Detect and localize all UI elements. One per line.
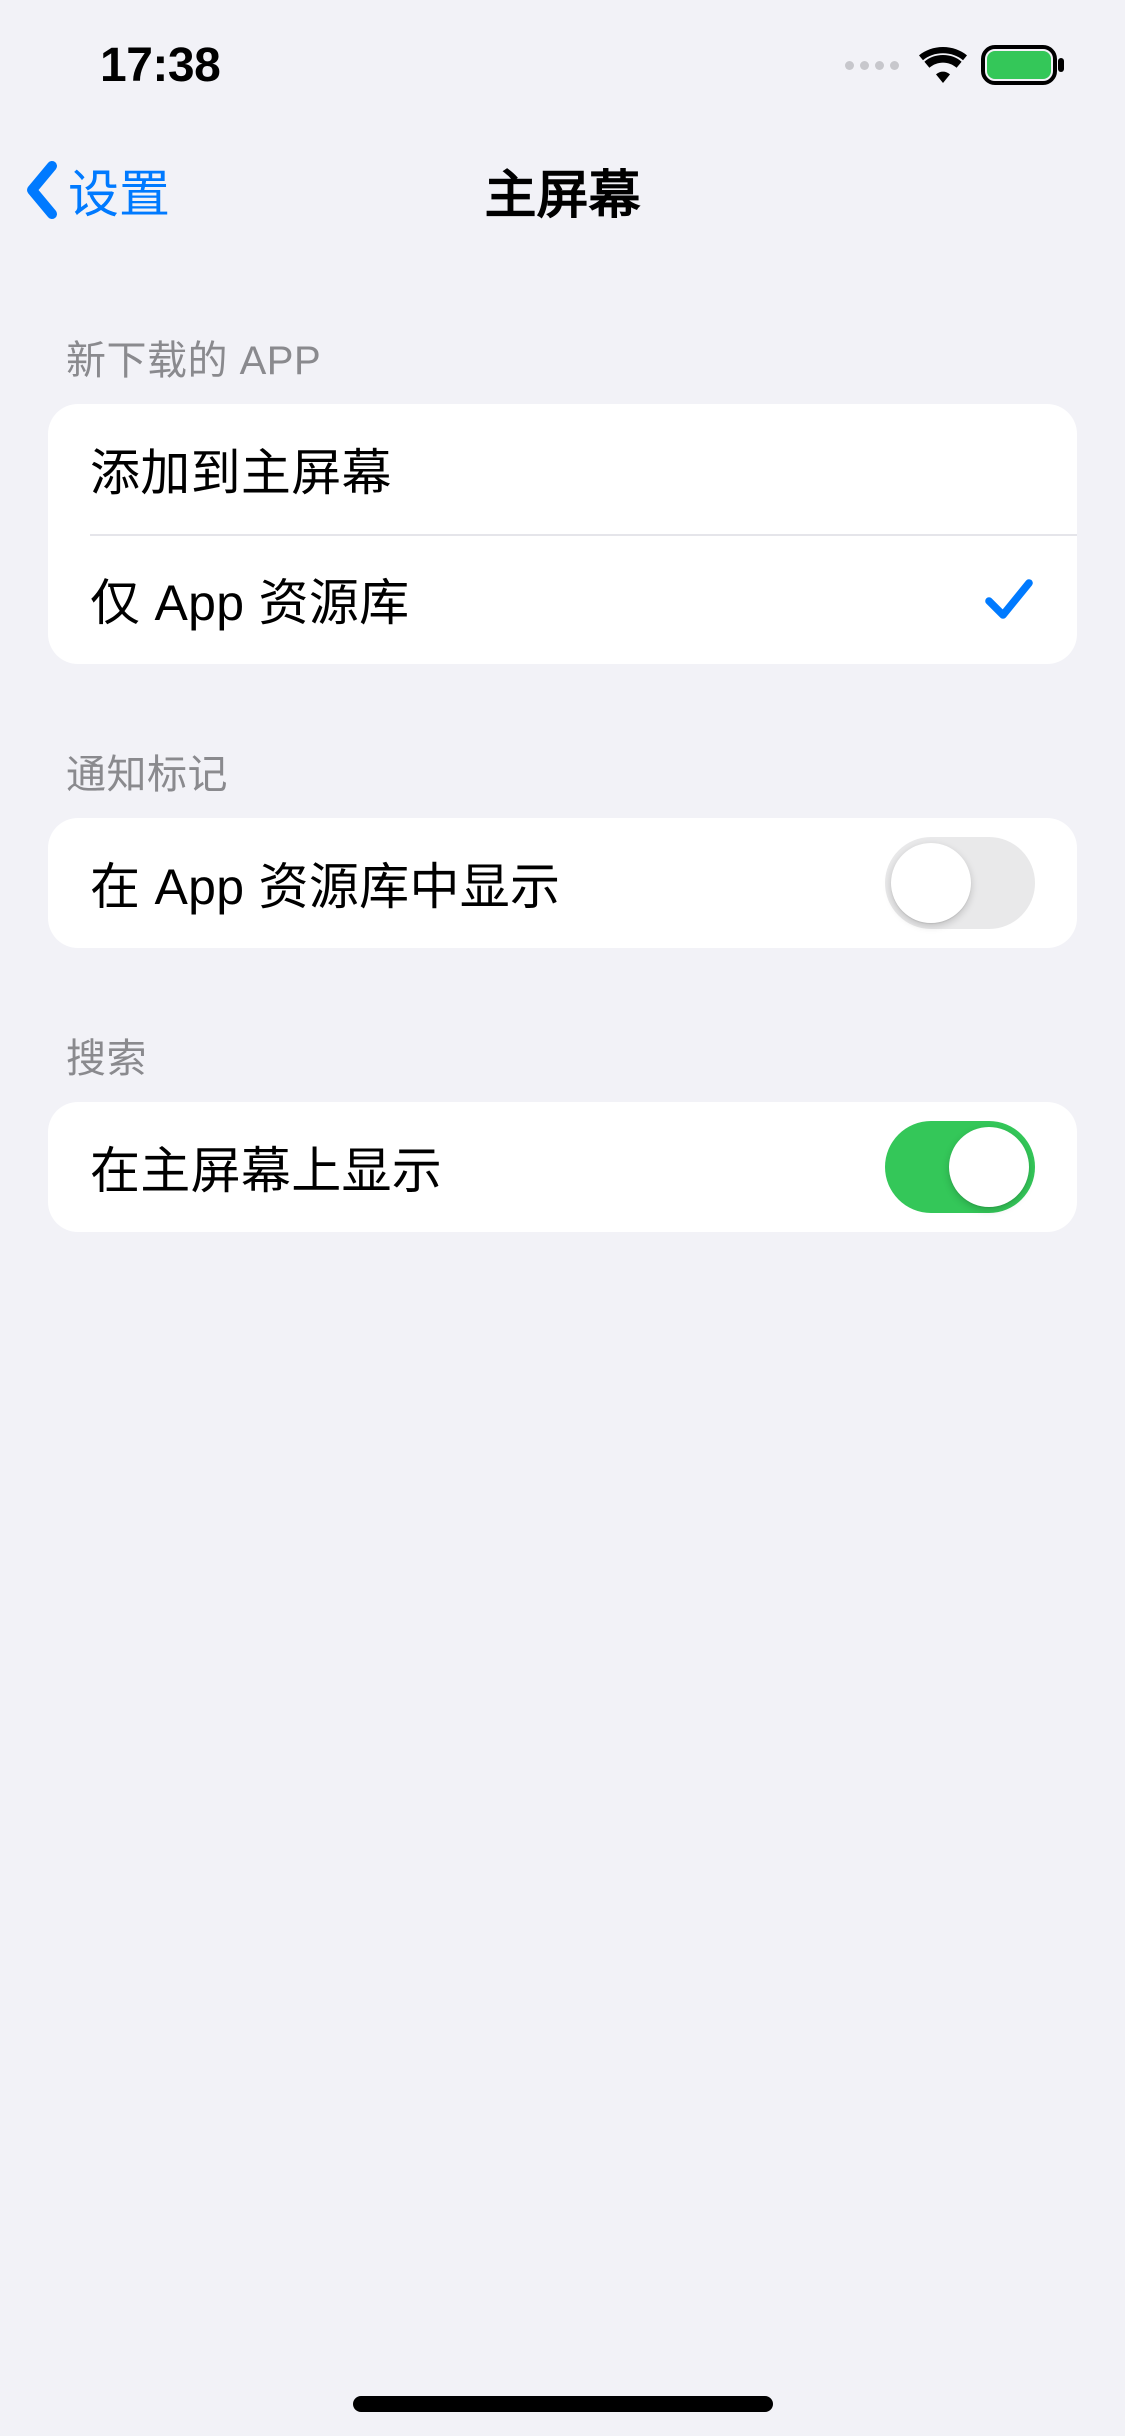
page-title: 主屏幕 [484, 153, 640, 228]
row-label: 仅 App 资源库 [90, 563, 409, 635]
group-search: 在主屏幕上显示 [48, 1102, 1077, 1232]
row-show-in-app-library: 在 App 资源库中显示 [48, 818, 1077, 948]
back-label: 设置 [68, 153, 170, 227]
section-header-badges: 通知标记 [48, 664, 1077, 818]
toggle-show-in-app-library[interactable] [885, 837, 1035, 929]
switch-knob [949, 1127, 1029, 1207]
group-badges: 在 App 资源库中显示 [48, 818, 1077, 948]
row-label: 在 App 资源库中显示 [90, 847, 560, 919]
checkmark-icon [983, 573, 1035, 625]
home-indicator[interactable] [353, 2396, 773, 2412]
row-show-on-home: 在主屏幕上显示 [48, 1102, 1077, 1232]
status-bar: 17:38 [0, 0, 1125, 130]
section-header-new-apps: 新下载的 APP [48, 250, 1077, 404]
row-app-library-only[interactable]: 仅 App 资源库 [48, 534, 1077, 664]
chevron-left-icon [24, 160, 60, 220]
section-header-search: 搜索 [48, 948, 1077, 1102]
cellular-dots-icon [845, 61, 899, 70]
wifi-icon [919, 47, 967, 83]
status-icons [845, 45, 1065, 85]
toggle-show-on-home[interactable] [885, 1121, 1035, 1213]
row-add-to-home[interactable]: 添加到主屏幕 [48, 404, 1077, 534]
nav-bar: 设置 主屏幕 [0, 130, 1125, 250]
battery-icon [981, 45, 1065, 85]
switch-knob [891, 843, 971, 923]
row-label: 添加到主屏幕 [90, 433, 392, 505]
back-button[interactable]: 设置 [24, 153, 170, 227]
row-label: 在主屏幕上显示 [90, 1131, 442, 1203]
status-time: 17:38 [100, 38, 220, 93]
group-new-apps: 添加到主屏幕 仅 App 资源库 [48, 404, 1077, 664]
content: 新下载的 APP 添加到主屏幕 仅 App 资源库 通知标记 在 App 资源库… [0, 250, 1125, 1232]
